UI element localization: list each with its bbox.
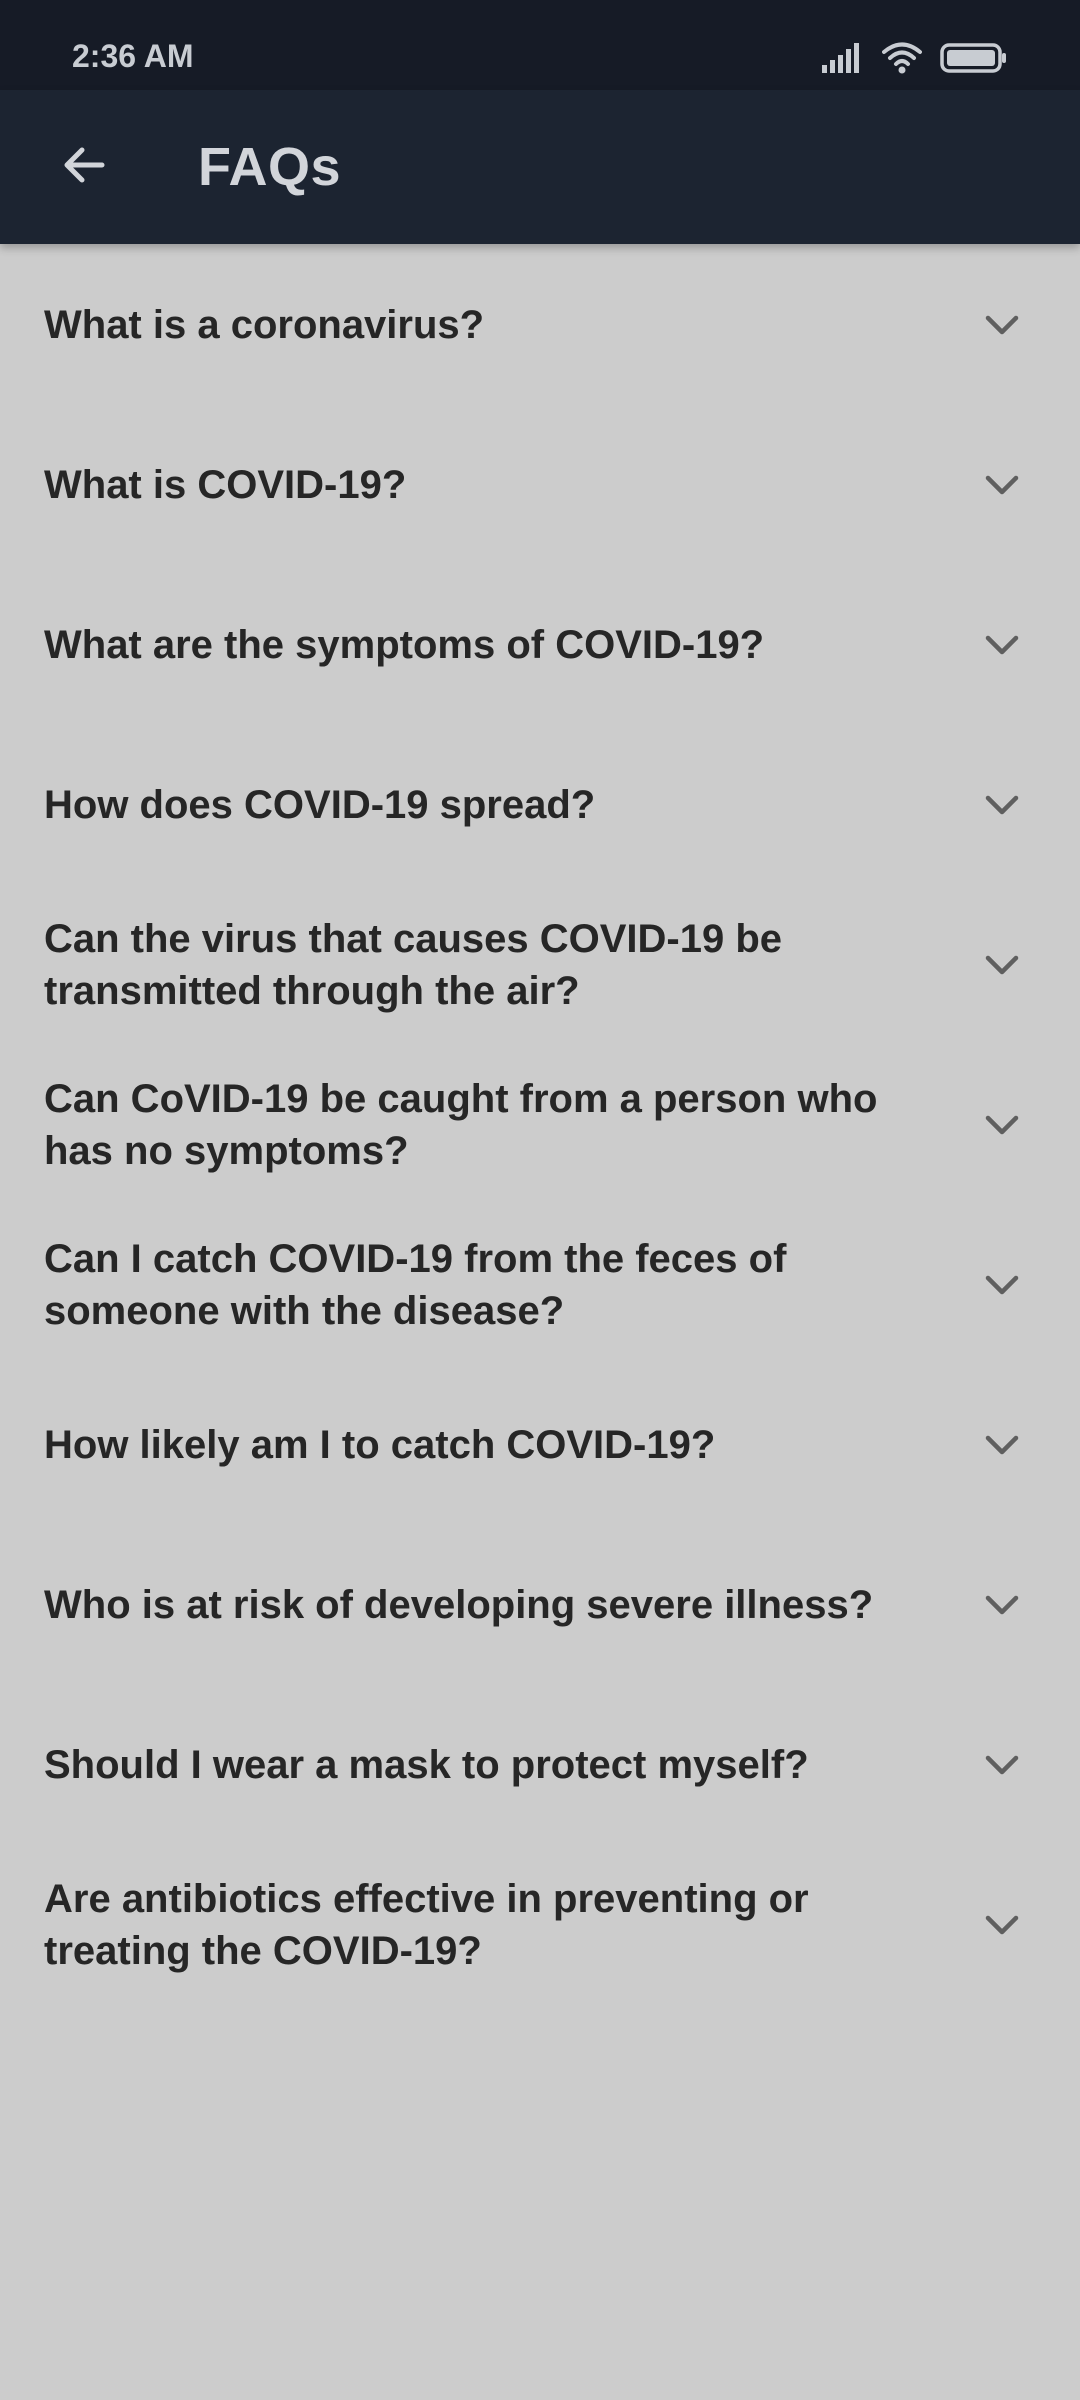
faq-question: How does COVID-19 spread? (44, 783, 596, 827)
status-time: 2:36 AM (72, 38, 194, 74)
faq-item[interactable]: What are the symptoms of COVID-19? (0, 565, 1080, 725)
faq-item[interactable]: Can the virus that causes COVID-19 be tr… (0, 885, 1080, 1045)
faq-question: What are the symptoms of COVID-19? (44, 623, 765, 667)
faq-item[interactable]: Can I catch COVID-19 from the feces of s… (0, 1205, 1080, 1365)
status-bar: 2:36 AM (0, 0, 1080, 90)
faq-item[interactable]: Should I wear a mask to protect myself? (0, 1685, 1080, 1845)
faq-item[interactable]: Can CoVID-19 be caught from a person who… (0, 1045, 1080, 1205)
faq-question: Who is at risk of developing severe illn… (44, 1583, 874, 1627)
faq-item[interactable]: Who is at risk of developing severe illn… (0, 1525, 1080, 1685)
page-title: FAQs (198, 137, 342, 197)
faq-item[interactable]: What is a coronavirus? (0, 245, 1080, 405)
faq-question: How likely am I to catch COVID-19? (44, 1423, 716, 1467)
faq-question: Can I catch COVID-19 from the feces of s… (44, 1237, 787, 1333)
signal-icon (820, 43, 864, 73)
status-icons (820, 38, 1008, 78)
chevron-down-icon (982, 1585, 1022, 1625)
faq-item[interactable]: What is COVID-19? (0, 405, 1080, 565)
faq-question: What is a coronavirus? (44, 303, 485, 347)
chevron-down-icon (982, 1745, 1022, 1785)
chevron-down-icon (982, 1105, 1022, 1145)
faq-question: What is COVID-19? (44, 463, 407, 507)
chevron-down-icon (982, 1905, 1022, 1945)
faq-question: Can the virus that causes COVID-19 be tr… (44, 917, 783, 1013)
faq-list: What is a coronavirus? What is COVID-19?… (0, 245, 1080, 2005)
battery-icon (940, 43, 1008, 73)
arrow-left-icon (60, 141, 108, 194)
faq-item[interactable]: How likely am I to catch COVID-19? (0, 1365, 1080, 1525)
app-bar: FAQs (0, 90, 1080, 244)
chevron-down-icon (982, 945, 1022, 985)
faq-item[interactable]: Are antibiotics effective in preventing … (0, 1845, 1080, 2005)
chevron-down-icon (982, 305, 1022, 345)
faq-question: Should I wear a mask to protect myself? (44, 1743, 809, 1787)
chevron-down-icon (982, 465, 1022, 505)
chevron-down-icon (982, 785, 1022, 825)
back-button[interactable] (40, 123, 128, 211)
wifi-icon (882, 42, 922, 74)
faq-item[interactable]: How does COVID-19 spread? (0, 725, 1080, 885)
chevron-down-icon (982, 625, 1022, 665)
faq-question: Can CoVID-19 be caught from a person who… (44, 1077, 878, 1173)
chevron-down-icon (982, 1265, 1022, 1305)
chevron-down-icon (982, 1425, 1022, 1465)
faq-question: Are antibiotics effective in preventing … (44, 1877, 809, 1973)
